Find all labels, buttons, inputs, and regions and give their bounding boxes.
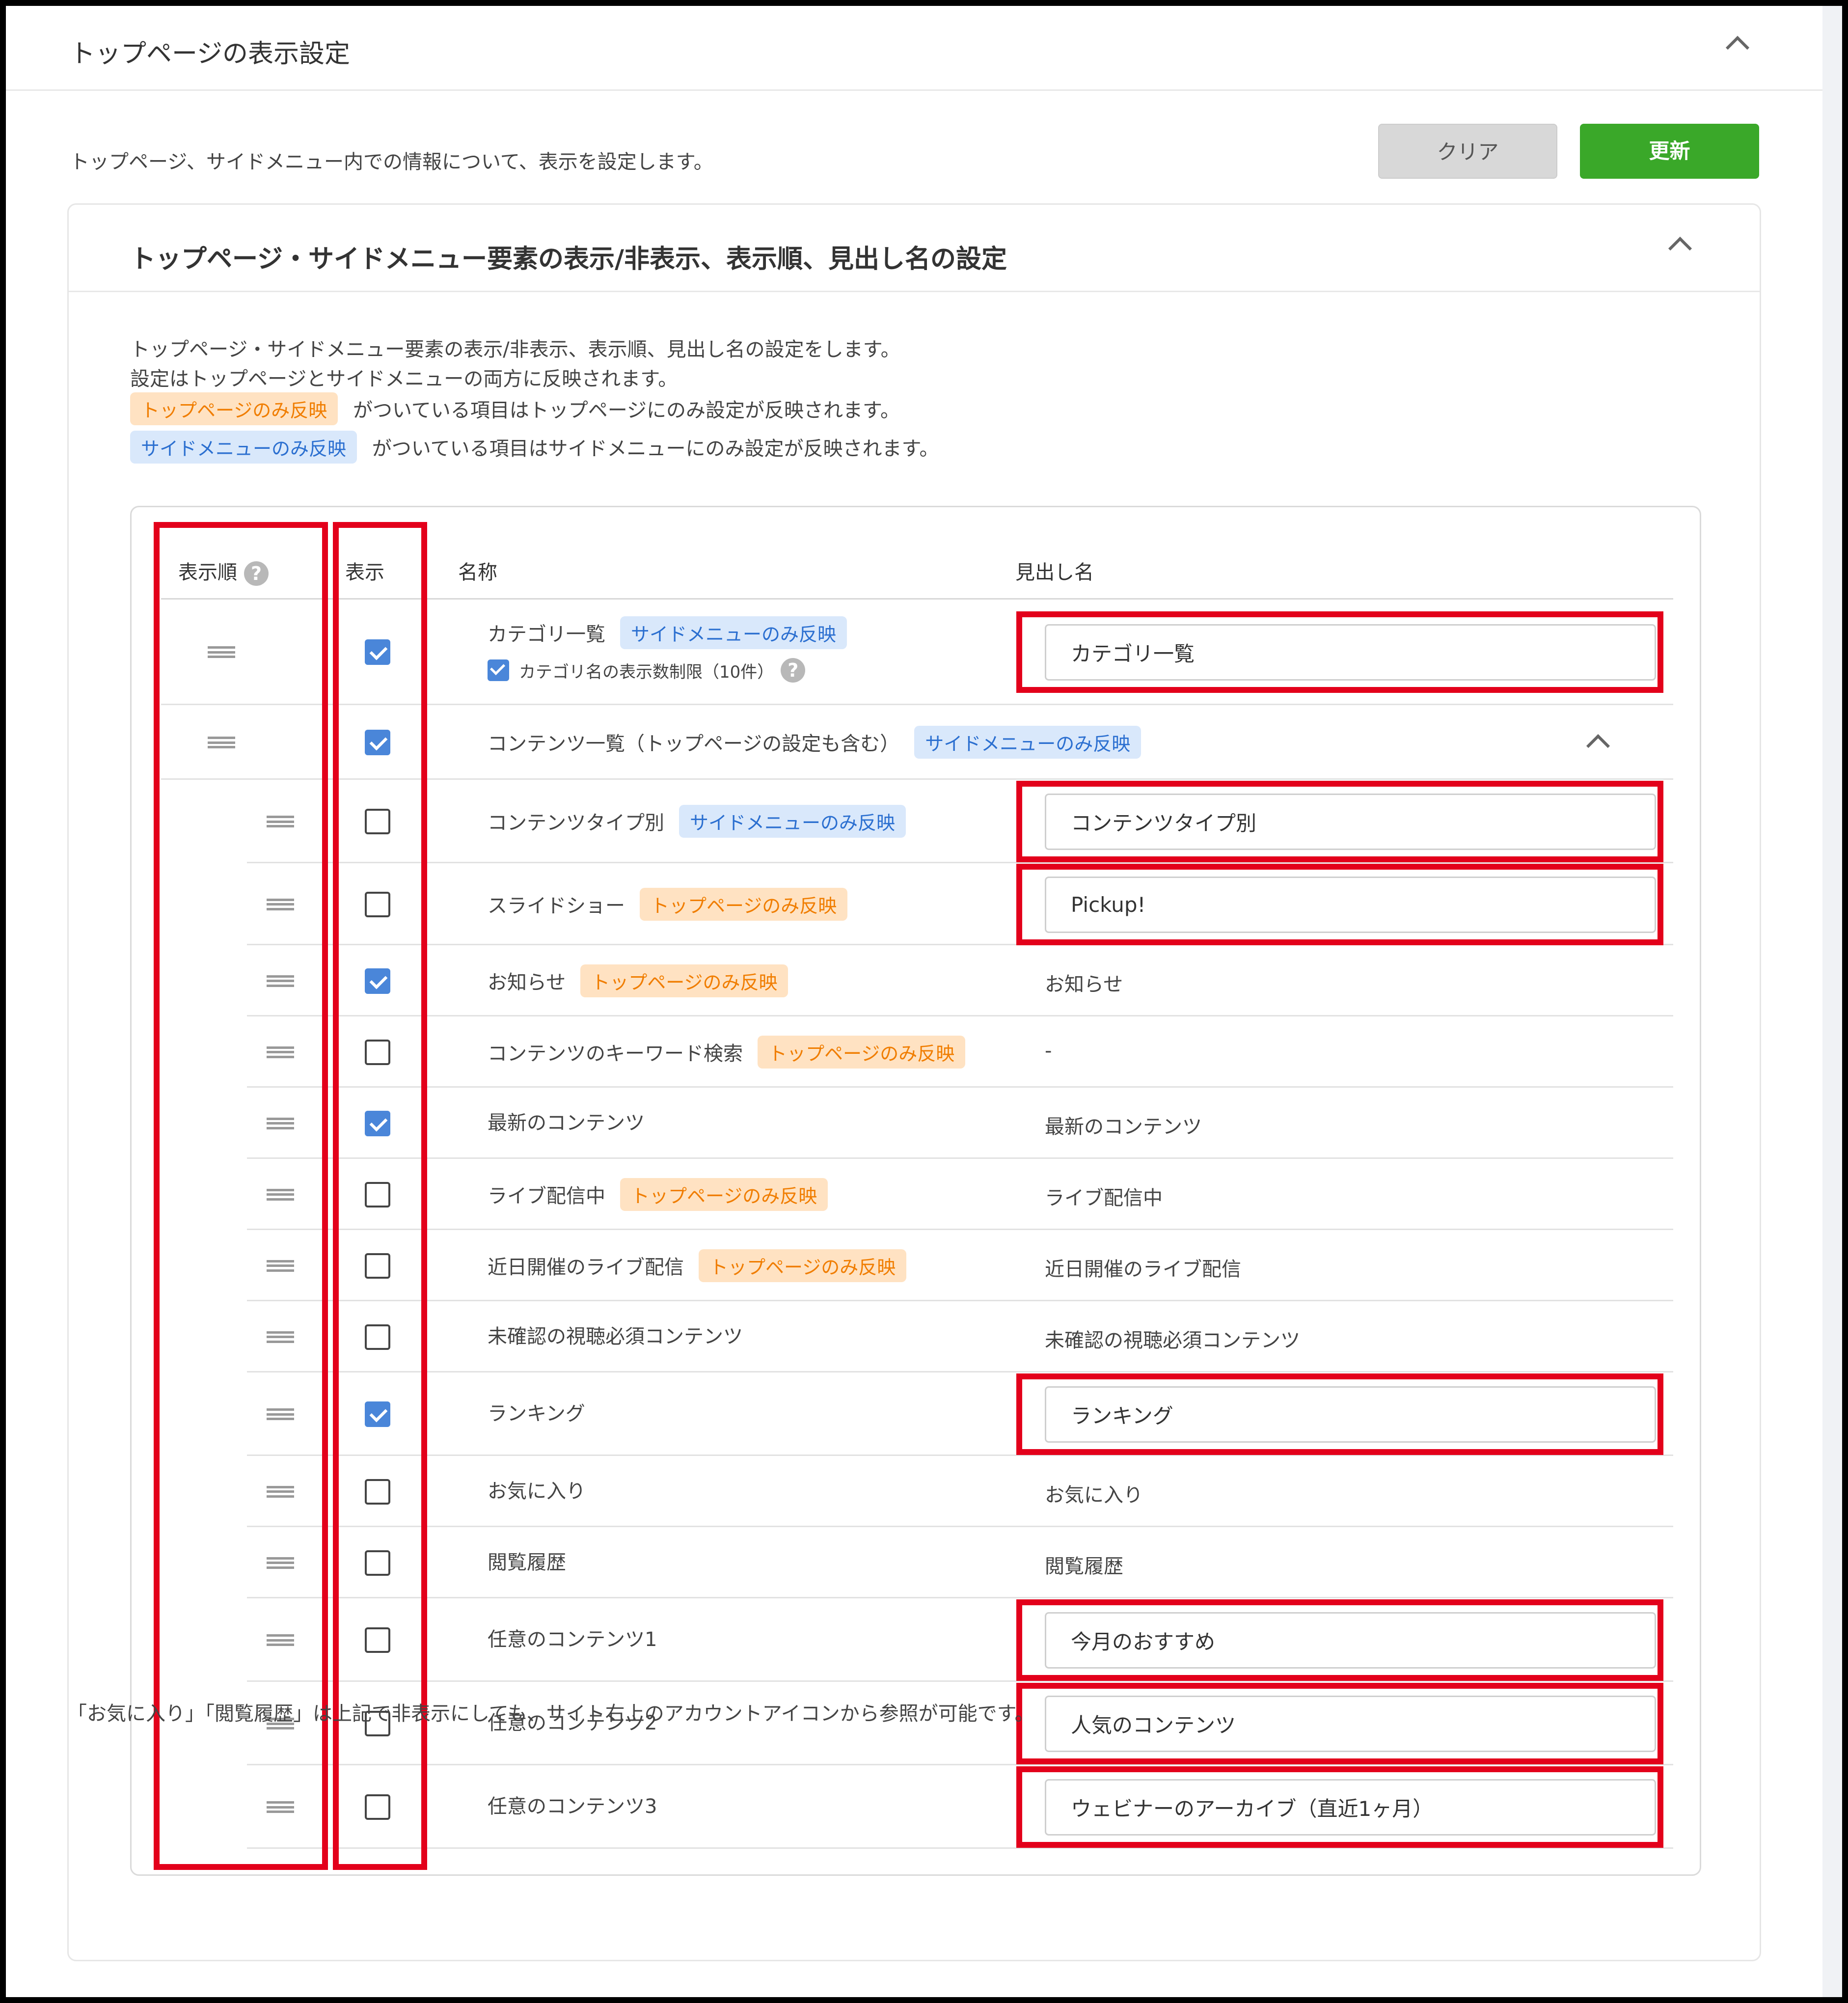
intro-line-1: トップページ・サイドメニュー要素の表示/非表示、表示順、見出し名の設定をします。 [130,338,900,361]
category-limit-label: カテゴリ名の表示数制限（10件） [519,662,774,682]
row-name-label: 最新のコンテンツ [488,1111,645,1134]
row-name: ライブ配信中 トップページのみ反映 [488,1178,828,1211]
row-name: 任意のコンテンツ1 [488,1623,657,1652]
side-only-badge: サイドメニューのみ反映 [620,616,847,649]
side-only-note: がついている項目はサイドメニューにのみ設定が反映されます。 [372,438,939,460]
footnote: 「お気に入り」「閲覧履歴」は上記で非表示にしても、サイト右上のアカウントアイコン… [67,1702,1034,1725]
heading-text: - [1045,1039,1052,1062]
update-button[interactable]: 更新 [1580,124,1759,179]
heading-text: お気に入り [1045,1483,1143,1507]
row-name: 最新のコンテンツ [488,1107,645,1135]
header-heading: 見出し名 [1015,561,1094,584]
row-name: コンテンツタイプ別 サイドメニューのみ反映 [488,805,906,838]
side-only-badge: サイドメニューのみ反映 [130,431,357,464]
intro-line-4: サイドメニューのみ反映 がついている項目はサイドメニューにのみ設定が反映されます… [130,431,939,464]
section-title: トップページ・サイドメニュー要素の表示/非表示、表示順、見出し名の設定 [130,245,1007,274]
page-title: トップページの表示設定 [70,39,350,69]
heading-text: 閲覧履歴 [1045,1555,1123,1578]
header-name: 名称 [458,561,497,584]
top-only-badge: トップページのみ反映 [620,1178,828,1211]
row-name-label: カテゴリ一覧 [488,623,605,646]
row-name-label: コンテンツのキーワード検索 [488,1042,743,1065]
top-only-badge: トップページのみ反映 [640,887,848,921]
row-name-label: コンテンツタイプ別 [488,812,664,834]
highlight-frame [1016,1373,1663,1455]
chevron-up-icon[interactable] [1586,734,1610,758]
top-only-badge: トップページのみ反映 [580,964,788,997]
category-limit-checkbox[interactable] [488,659,509,681]
row-name-label: お知らせ [488,971,566,994]
intro-line-2: 設定はトップページとサイドメニューの両方に反映されます。 [130,368,678,390]
row-name-label: お気に入り [488,1480,586,1503]
top-only-badge: トップページのみ反映 [758,1035,966,1069]
page-header: トップページの表示設定 [6,6,1822,91]
row-name-label: 未確認の視聴必須コンテンツ [488,1325,743,1348]
category-limit-option[interactable]: カテゴリ名の表示数制限（10件）? [488,658,806,683]
heading-text: ライブ配信中 [1045,1186,1163,1209]
clear-button[interactable]: クリア [1378,124,1557,179]
highlight-frame [1016,1683,1663,1764]
row-name-label: 任意のコンテンツ3 [488,1795,657,1818]
heading-text: 近日開催のライブ配信 [1045,1258,1241,1281]
highlight-frame [1016,863,1663,945]
row-name: 任意のコンテンツ3 [488,1790,657,1819]
side-only-badge: サイドメニューのみ反映 [914,726,1141,759]
settings-panel: トップページの表示設定 トップページ、サイドメニュー内での情報について、表示を設… [6,6,1842,1997]
row-name: 未確認の視聴必須コンテンツ [488,1320,743,1349]
section-header: トップページ・サイドメニュー要素の表示/非表示、表示順、見出し名の設定 [69,205,1760,292]
highlight-frame [1016,611,1663,693]
row-name: 近日開催のライブ配信 トップページのみ反映 [488,1249,907,1282]
row-name: 閲覧履歴 [488,1546,566,1575]
scrollbar-track[interactable] [1822,6,1842,1997]
highlight-frame [1016,1766,1663,1848]
intro-line-3: トップページのみ反映 がついている項目はトップページにのみ設定が反映されます。 [130,392,900,425]
highlight-order-column [154,522,328,1870]
row-name: コンテンツのキーワード検索 トップページのみ反映 [488,1035,966,1069]
chevron-up-icon[interactable] [1668,236,1692,261]
highlight-frame [1016,1599,1663,1681]
row-name: お気に入り [488,1475,586,1504]
row-name: スライドショー トップページのみ反映 [488,887,848,921]
top-only-note: がついている項目はトップページにのみ設定が反映されます。 [353,399,900,422]
help-icon[interactable]: ? [781,658,806,683]
page-description: トップページ、サイドメニュー内での情報について、表示を設定します。 [70,151,713,173]
chevron-up-icon[interactable] [1725,35,1750,60]
row-name-label: 近日開催のライブ配信 [488,1256,684,1279]
row-name: ランキング [488,1398,585,1426]
highlight-display-column [333,522,427,1870]
heading-text: 最新のコンテンツ [1045,1115,1202,1138]
heading-text: 未確認の視聴必須コンテンツ [1045,1329,1300,1352]
row-name-label: 任意のコンテンツ1 [488,1628,657,1651]
row-name: コンテンツ一覧（トップページの設定も含む） サイドメニューのみ反映 [488,726,1141,759]
top-only-badge: トップページのみ反映 [699,1249,907,1282]
row-name: お知らせ トップページのみ反映 [488,964,788,997]
side-only-badge: サイドメニューのみ反映 [679,805,906,838]
row-name-label: ランキング [488,1402,585,1425]
settings-table: 表示順? 表示 名称 見出し名 カテゴリ一覧 サイドメニューのみ反映 カテゴリ名の表… [130,506,1701,1876]
row-name-label: コンテンツ一覧（トップページの設定も含む） [488,733,900,755]
heading-text: お知らせ [1045,973,1123,996]
row-name-label: ライブ配信中 [488,1184,605,1207]
row-name: カテゴリ一覧 サイドメニューのみ反映 [488,616,847,649]
top-only-badge: トップページのみ反映 [130,392,338,425]
row-name-label: スライドショー [488,894,625,917]
row-name-label: 閲覧履歴 [488,1551,566,1574]
highlight-frame [1016,781,1663,862]
